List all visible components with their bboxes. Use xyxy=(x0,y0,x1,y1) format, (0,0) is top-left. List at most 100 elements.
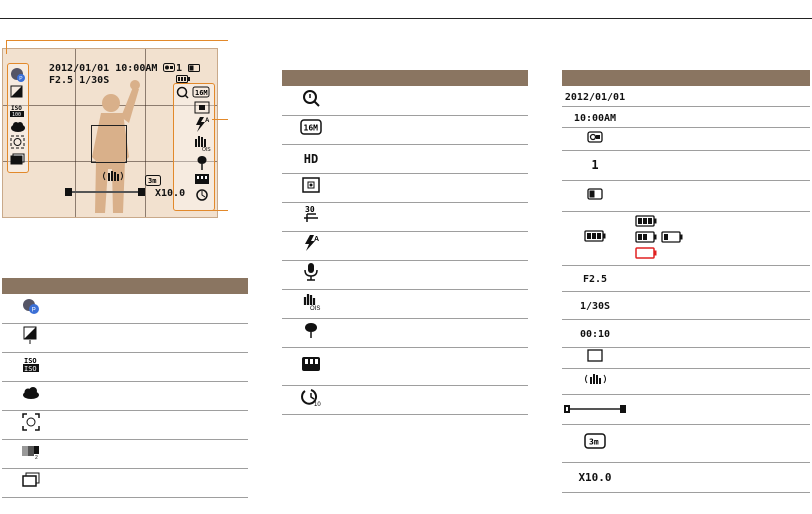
table-row: X10.0 xyxy=(562,462,810,493)
intelli-zoom-icon xyxy=(303,89,320,107)
recording-time-label: 00:10 xyxy=(579,329,611,340)
aperture-value: F2.5 xyxy=(49,75,74,86)
svg-text:16M: 16M xyxy=(195,89,208,97)
table-row: 1/30S xyxy=(562,291,810,320)
exposure-info: F2.5 1/30S xyxy=(49,75,109,86)
table-row xyxy=(282,347,528,386)
time-display: 10:00AM xyxy=(115,63,158,74)
macro-icon xyxy=(197,156,207,170)
home-icon xyxy=(163,63,176,72)
svg-text:A: A xyxy=(205,118,210,124)
icon-table-1: P ISOISO 100 2 xyxy=(2,278,248,498)
flash-auto-icon: A xyxy=(196,117,210,132)
status-bar-top: 2012/01/01 10:00AM xyxy=(49,63,176,74)
svg-text:A: A xyxy=(314,236,319,243)
autofocus-frame-icon xyxy=(91,125,127,163)
table-row xyxy=(282,86,528,116)
macro-icon xyxy=(305,323,317,338)
exposure-value-icon xyxy=(23,326,37,344)
iso-icon: ISO100 xyxy=(10,105,24,118)
frame-count-label: 1 xyxy=(591,158,599,172)
cloudy-white-balance-icon xyxy=(23,387,39,399)
table-header xyxy=(628,70,810,86)
left-icons: P ISO100 xyxy=(10,68,25,165)
battery-low-icon xyxy=(661,230,683,243)
photo-style-icon: 2 xyxy=(22,446,39,461)
battery-levels xyxy=(635,214,683,259)
table-row xyxy=(2,468,248,498)
iso-icon: ISOISO 100 xyxy=(23,357,54,373)
header-rule xyxy=(0,18,812,19)
video-resolution-icon: HD xyxy=(303,151,319,166)
ois-icon: OIS xyxy=(303,294,320,312)
ois-icon: OIS xyxy=(195,136,211,153)
photo-resolution-text: 16M xyxy=(304,124,319,133)
table-header xyxy=(340,70,528,86)
self-timer-icon: 10 xyxy=(301,389,321,408)
table-row xyxy=(282,260,528,290)
aperture-label: F2.5 xyxy=(582,274,608,285)
voice-icon xyxy=(304,263,318,281)
callout-line xyxy=(212,119,228,120)
table-row xyxy=(2,410,248,440)
table-row: 10:00AM xyxy=(562,106,810,128)
table-row: P xyxy=(2,294,248,324)
camera-preview: 2012/01/01 10:00AM 1 F2.5 1/30S P ISO 100… xyxy=(2,48,218,218)
table-row: ISOISO 100 xyxy=(2,352,248,382)
table-row: 3m xyxy=(562,424,810,463)
face-detection-icon xyxy=(10,135,25,149)
table-row xyxy=(562,368,810,395)
svg-text:3m: 3m xyxy=(148,177,156,185)
table-header xyxy=(282,70,340,86)
svg-text:2: 2 xyxy=(35,455,38,459)
smart-mode-icon: P xyxy=(23,298,39,314)
burst-mode-icon xyxy=(10,153,25,165)
frame-count: 1 xyxy=(176,63,217,85)
callout-line xyxy=(6,40,228,41)
table-row: 16M xyxy=(282,115,528,145)
left-icon-column: P ISO 100 xyxy=(7,63,29,173)
table-row xyxy=(2,381,248,411)
exposure-value-icon xyxy=(10,85,23,98)
table-row: HD xyxy=(282,144,528,174)
zoom-ratio-label: X10.0 xyxy=(578,471,612,484)
zoom-indicator-icon xyxy=(65,188,145,196)
svg-text:OIS: OIS xyxy=(310,306,320,311)
table-row: F2.5 xyxy=(562,265,810,292)
table-row: 2 xyxy=(2,439,248,469)
svg-text:ISO: ISO xyxy=(24,357,37,365)
memory-card-icon xyxy=(587,187,603,200)
photo-resolution-icon: 16M xyxy=(192,86,210,98)
svg-text:P: P xyxy=(32,307,36,313)
table-row: 1 xyxy=(562,150,810,181)
zoom-icon-text: 3m xyxy=(589,437,599,446)
battery-partial-icon xyxy=(635,230,657,243)
table-row: 10 xyxy=(282,385,528,415)
zoom-indicator-icon xyxy=(564,405,626,413)
table-row xyxy=(2,323,248,353)
frame-rate-icon: 30 xyxy=(304,205,318,222)
camera-shake-icon xyxy=(103,171,123,181)
table-row xyxy=(562,127,810,151)
iso-value: ISO 100 xyxy=(24,365,40,373)
table-row: 30 xyxy=(282,202,528,232)
table-row: 2012/01/01 xyxy=(562,86,810,107)
time-label: 10:00AM xyxy=(573,112,617,124)
svg-text:ISO: ISO xyxy=(11,105,22,112)
memory-icon xyxy=(195,174,209,184)
table-row xyxy=(562,211,810,266)
table-row xyxy=(282,318,528,348)
home-icon xyxy=(587,130,603,143)
battery-icon xyxy=(176,75,190,83)
zoom-ratio: X10.0 xyxy=(155,188,186,199)
self-timer-icon xyxy=(196,189,208,201)
battery-full-icon xyxy=(635,214,657,227)
burst-mode-icon xyxy=(22,472,40,487)
date-display: 2012/01/01 xyxy=(49,63,110,74)
shutter-speed: 1/30S xyxy=(79,75,110,86)
intelli-zoom-icon xyxy=(176,86,189,99)
callout-line xyxy=(6,40,7,54)
svg-text:100: 100 xyxy=(12,112,21,118)
table-row xyxy=(562,180,810,212)
memory-card-icon xyxy=(188,64,201,72)
